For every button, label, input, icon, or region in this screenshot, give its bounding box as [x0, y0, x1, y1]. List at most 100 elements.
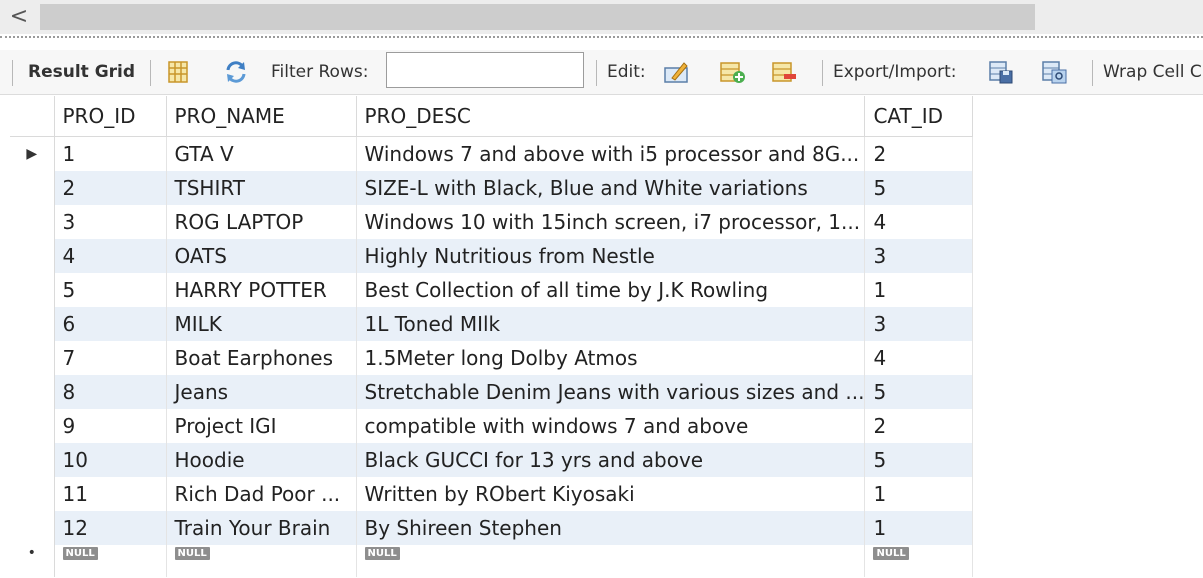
cell-pro-name[interactable]: GTA V: [166, 136, 357, 171]
table-row[interactable]: 2 TSHIRT SIZE-L with Black, Blue and White…: [10, 171, 974, 205]
table-row[interactable]: 10 Hoodie Black GUCCI for 13 yrs and above…: [10, 443, 974, 477]
cell-pro-desc[interactable]: compatible with windows 7 and above: [356, 409, 866, 443]
cell-pro-id[interactable]: 10: [54, 443, 167, 477]
panel-splitter[interactable]: [0, 36, 1203, 44]
cell-pro-id[interactable]: 12: [54, 511, 167, 545]
cell-pro-desc[interactable]: Best Collection of all time by J.K Rowli…: [356, 273, 866, 307]
cell-pro-name[interactable]: TSHIRT: [166, 171, 357, 205]
scrollbar-thumb[interactable]: [40, 4, 1035, 30]
grid-layout-icon[interactable]: [164, 58, 192, 86]
cell-pro-id[interactable]: 1: [54, 136, 167, 171]
delete-row-icon[interactable]: [770, 58, 798, 86]
result-grid-tab[interactable]: Result Grid: [28, 50, 135, 94]
cell-pro-name[interactable]: Rich Dad Poor ...: [166, 477, 357, 511]
horizontal-scrollbar[interactable]: <: [0, 0, 1203, 34]
cell-pro-desc[interactable]: Windows 7 and above with i5 processor an…: [356, 136, 866, 171]
column-header-pro-name[interactable]: PRO_NAME: [166, 96, 357, 137]
toolbar-separator: [596, 60, 597, 86]
cell-pro-desc[interactable]: Stretchable Denim Jeans with various siz…: [356, 375, 866, 409]
table-row[interactable]: 12 Train Your Brain By Shireen Stephen 1: [10, 511, 974, 545]
cell-cat-id[interactable]: 5: [864, 375, 974, 409]
cell-pro-name[interactable]: Project IGI: [166, 409, 357, 443]
scroll-left-icon[interactable]: <: [8, 4, 30, 30]
row-indicator[interactable]: [10, 239, 55, 273]
new-row-cell[interactable]: NULL: [864, 545, 974, 577]
cell-pro-id[interactable]: 5: [54, 273, 167, 307]
new-row-cell[interactable]: NULL: [356, 545, 866, 577]
new-row-indicator-icon[interactable]: •: [10, 545, 55, 577]
cell-pro-name[interactable]: OATS: [166, 239, 357, 273]
cell-cat-id[interactable]: 3: [864, 239, 974, 273]
cell-cat-id[interactable]: 4: [864, 341, 974, 375]
table-row[interactable]: 9 Project IGI compatible with windows 7 an…: [10, 409, 974, 443]
cell-pro-desc[interactable]: Written by RObert Kiyosaki: [356, 477, 866, 511]
new-row-cell[interactable]: NULL: [54, 545, 167, 577]
row-indicator[interactable]: [10, 477, 55, 511]
cell-pro-id[interactable]: 8: [54, 375, 167, 409]
cell-pro-desc[interactable]: 1L Toned MIlk: [356, 307, 866, 341]
row-indicator[interactable]: [10, 171, 55, 205]
table-row[interactable]: ▶ 1 GTA V Windows 7 and above with i5 proce…: [10, 136, 974, 171]
cell-pro-id[interactable]: 4: [54, 239, 167, 273]
row-indicator[interactable]: [10, 511, 55, 545]
row-indicator[interactable]: [10, 409, 55, 443]
cell-pro-desc[interactable]: Black GUCCI for 13 yrs and above: [356, 443, 866, 477]
table-row[interactable]: 7 Boat Earphones 1.5Meter long Dolby Atmos…: [10, 341, 974, 375]
table-row[interactable]: 11 Rich Dad Poor ... Written by RObert Kiy…: [10, 477, 974, 511]
cell-pro-name[interactable]: Boat Earphones: [166, 341, 357, 375]
cell-pro-desc[interactable]: SIZE-L with Black, Blue and White variat…: [356, 171, 866, 205]
cell-pro-id[interactable]: 3: [54, 205, 167, 239]
row-indicator[interactable]: [10, 273, 55, 307]
column-header-pro-desc[interactable]: PRO_DESC: [356, 96, 866, 137]
cell-pro-name[interactable]: HARRY POTTER: [166, 273, 357, 307]
import-icon[interactable]: [1040, 58, 1068, 86]
row-indicator[interactable]: [10, 443, 55, 477]
table-row[interactable]: 3 ROG LAPTOP Windows 10 with 15inch screen…: [10, 205, 974, 239]
wrap-cell-content-label[interactable]: Wrap Cell C: [1103, 50, 1202, 94]
cell-pro-desc[interactable]: Windows 10 with 15inch screen, i7 proces…: [356, 205, 866, 239]
row-indicator[interactable]: [10, 205, 55, 239]
insert-row-icon[interactable]: [718, 58, 746, 86]
row-indicator[interactable]: [10, 307, 55, 341]
cell-pro-id[interactable]: 6: [54, 307, 167, 341]
cell-pro-desc[interactable]: 1.5Meter long Dolby Atmos: [356, 341, 866, 375]
cell-cat-id[interactable]: 3: [864, 307, 974, 341]
current-row-indicator-icon[interactable]: ▶: [10, 136, 55, 171]
cell-pro-id[interactable]: 9: [54, 409, 167, 443]
row-indicator[interactable]: [10, 375, 55, 409]
export-icon[interactable]: [987, 58, 1015, 86]
cell-pro-name[interactable]: Hoodie: [166, 443, 357, 477]
cell-pro-name[interactable]: MILK: [166, 307, 357, 341]
cell-pro-desc[interactable]: Highly Nutritious from Nestle: [356, 239, 866, 273]
new-row[interactable]: • NULL NULL NULL NULL: [10, 545, 974, 577]
cell-pro-id[interactable]: 7: [54, 341, 167, 375]
row-indicator-header: [10, 96, 55, 137]
refresh-icon[interactable]: [222, 58, 250, 86]
column-header-cat-id[interactable]: CAT_ID: [864, 96, 974, 137]
table-row[interactable]: 8 Jeans Stretchable Denim Jeans with vario…: [10, 375, 974, 409]
new-row-cell[interactable]: NULL: [166, 545, 357, 577]
cell-pro-name[interactable]: Train Your Brain: [166, 511, 357, 545]
table-row[interactable]: 4 OATS Highly Nutritious from Nestle 3: [10, 239, 974, 273]
cell-cat-id[interactable]: 5: [864, 171, 974, 205]
filter-rows-input[interactable]: [386, 52, 584, 88]
cell-pro-id[interactable]: 11: [54, 477, 167, 511]
cell-cat-id[interactable]: 2: [864, 136, 974, 171]
cell-cat-id[interactable]: 1: [864, 477, 974, 511]
row-indicator[interactable]: [10, 341, 55, 375]
cell-pro-desc[interactable]: By Shireen Stephen: [356, 511, 866, 545]
cell-cat-id[interactable]: 2: [864, 409, 974, 443]
toolbar-separator: [822, 60, 823, 86]
column-header-pro-id[interactable]: PRO_ID: [54, 96, 167, 137]
edit-cell-icon[interactable]: [662, 58, 690, 86]
edit-label: Edit:: [607, 62, 646, 82]
cell-cat-id[interactable]: 1: [864, 511, 974, 545]
table-row[interactable]: 5 HARRY POTTER Best Collection of all time…: [10, 273, 974, 307]
cell-pro-name[interactable]: Jeans: [166, 375, 357, 409]
cell-cat-id[interactable]: 4: [864, 205, 974, 239]
cell-cat-id[interactable]: 1: [864, 273, 974, 307]
table-row[interactable]: 6 MILK 1L Toned MIlk 3: [10, 307, 974, 341]
cell-pro-name[interactable]: ROG LAPTOP: [166, 205, 357, 239]
cell-cat-id[interactable]: 5: [864, 443, 974, 477]
cell-pro-id[interactable]: 2: [54, 171, 167, 205]
